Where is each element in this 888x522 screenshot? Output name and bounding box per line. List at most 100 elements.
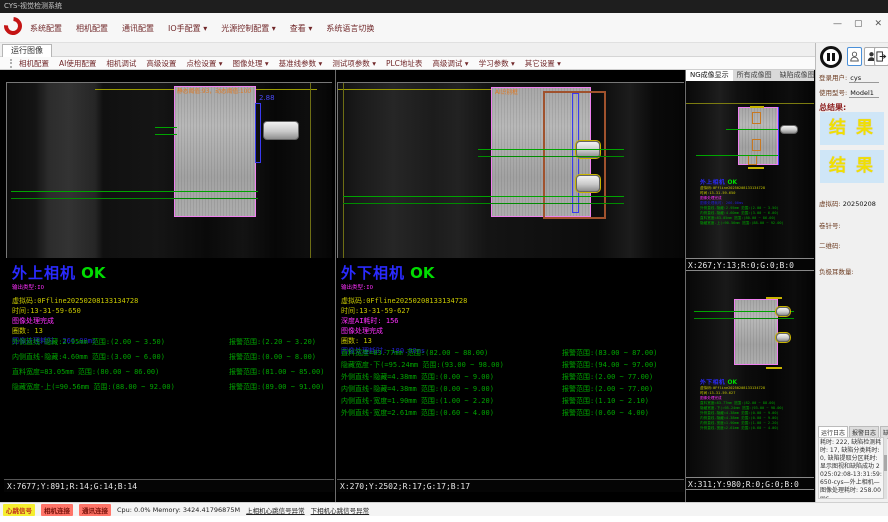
log-scrollbar-thumb[interactable] (884, 455, 887, 471)
main-content: 静态阈值:93，动态阈值:100 2.88 外上相机 OK 输出类型:IO 虚拟… (0, 70, 815, 502)
pause-bar-icon (827, 53, 830, 61)
tool-spotcheck-settings[interactable]: 点检设置 ▾ (186, 58, 222, 69)
tab-metal-piece (780, 125, 798, 134)
center-camera-view[interactable]: AI识别框 外下相机 OK 输出类型:IO 虚拟码:0Ffline2025020… (337, 70, 684, 502)
toolbar-grip[interactable] (10, 59, 13, 68)
menu-camera-config[interactable]: 相机配置 (76, 23, 108, 34)
barcode-value: 20250208 (843, 200, 876, 208)
minimize-icon[interactable]: — (833, 19, 842, 29)
output-type-line: 输出类型:IO (12, 283, 138, 293)
login-user-button[interactable] (847, 47, 862, 66)
measure-row: 外侧直线-宽度=2.61mm 范围:(0.60 ~ 4.00) (341, 408, 494, 418)
done-line: 图像处理完成 (341, 326, 467, 336)
ng-mini-view-lower[interactable]: 外下相机 OK 虚拟码:0Ffline20250208133134728 时间:… (686, 271, 814, 477)
yellow-mini-label (750, 106, 764, 108)
result-display-lower: 结 果 (820, 150, 884, 183)
left-camera-view[interactable]: 静态阈值:93，动态阈值:100 2.88 外上相机 OK 输出类型:IO 虚拟… (4, 70, 334, 502)
green-guide-line (343, 196, 624, 197)
exit-button[interactable] (874, 47, 888, 66)
green-guide-line (155, 134, 177, 135)
mini-camera-title: 外下相机 (700, 379, 725, 386)
maximize-icon[interactable]: ▢ (854, 19, 863, 29)
log-text-area[interactable]: 耗时: 222, 缺陷检测耗时: 17, 缺陷分类耗时: 0, 缺陷提取分区耗时… (818, 437, 884, 499)
tool-camera-debug[interactable]: 相机调试 (106, 58, 136, 69)
camera-connect-badge: 相机连接 (41, 504, 73, 516)
tool-image-processing[interactable]: 图像处理 ▾ (233, 58, 269, 69)
tool-other-settings[interactable]: 其它设置 ▾ (525, 58, 561, 69)
tool-learning-params[interactable]: 学习参数 ▾ (479, 58, 515, 69)
defect-box (752, 139, 761, 151)
exit-door-icon (876, 51, 887, 62)
measure-row: 内侧直线-宽度=1.90mm 范围:(1.00 ~ 2.20) (341, 396, 494, 406)
app-window: CYS-视觉检测系统 系统配置 相机配置 通讯配置 IO手配置 ▾ 光源控制配置… (0, 0, 888, 516)
tool-ai-use-config[interactable]: AI使用配置 (59, 58, 96, 69)
pause-bar-icon (832, 53, 835, 61)
tab-ng-image[interactable]: NG成像显示 (686, 70, 733, 81)
measure-row: 外侧直线-隐藏=4.38mm 范围:(0.00 ~ 9.00) (341, 372, 494, 382)
login-user-value[interactable]: cys (849, 74, 879, 83)
barcode-line: 虚拟码:0Ffline20250208133134728 (12, 296, 138, 306)
barcode-label: 虚拟码: (819, 200, 841, 208)
tool-advanced-settings[interactable]: 高级设置 (146, 58, 176, 69)
window-controls: — ▢ ✕ (833, 19, 882, 29)
green-guide-line (155, 127, 177, 128)
menu-io-config[interactable]: IO手配置 ▾ (168, 23, 207, 34)
blue-measure-rect (255, 103, 261, 163)
tool-baseline-params[interactable]: 基准线参数 ▾ (279, 58, 323, 69)
tab-defect-images[interactable]: 缺陷成像图 (776, 70, 819, 81)
green-guide-line (726, 129, 778, 130)
yellow-guide-line (310, 83, 311, 258)
menubar: 系统配置 相机配置 通讯配置 IO手配置 ▾ 光源控制配置 ▾ 查看 ▾ 系统语… (0, 13, 888, 43)
yellow-guide-line (686, 103, 814, 104)
tool-advanced-debug[interactable]: 高级调试 ▾ (432, 58, 468, 69)
alarm-range: 报警范围:(83.00 ~ 87.00) (562, 348, 657, 358)
ng-mini-text-upper: 外上相机 OK 虚拟码:0Ffline20250208133134728 时间:… (700, 177, 814, 225)
center-camera-pixel-coords: X:270;Y:2502;R:17;G:17;B:17 (337, 479, 684, 492)
output-type-line: 输出类型:IO (341, 283, 467, 293)
green-guide-line (478, 149, 624, 150)
tool-plc-address-table[interactable]: PLC地址表 (386, 58, 422, 69)
alarm-range: 报警范围:(1.10 ~ 2.10) (562, 396, 649, 406)
tab-run-image[interactable]: 运行图像 (2, 44, 52, 57)
alarm-range: 报警范围:(0.00 ~ 8.00) (229, 352, 316, 362)
pause-button[interactable] (820, 46, 842, 68)
menu-language-switch[interactable]: 系统语言切换 (326, 23, 374, 34)
menu-view[interactable]: 查看 ▾ (290, 23, 313, 34)
model-label: 使用型号: (819, 89, 847, 97)
tab-all-images[interactable]: 所有成像图 (733, 70, 776, 81)
measure-row: 内侧直线-隐藏:4.60mm 范围:(3.00 ~ 6.00) (12, 352, 165, 362)
left-camera-image: 静态阈值:93，动态阈值:100 2.88 (6, 82, 332, 258)
mini-ok-status: OK (727, 379, 737, 386)
electrode-region (734, 299, 778, 365)
alarm-range: 报警范围:(2.00 ~ 77.00) (562, 384, 653, 394)
measure-row: 直料宽度=83.77mm 范围:(82.00 ~ 88.00) (341, 348, 488, 358)
tool-test-item-params[interactable]: 测试项参数 ▾ (332, 58, 376, 69)
alarm-range: 报警范围:(2.20 ~ 3.20) (229, 337, 316, 347)
center-camera-ok-status: OK (410, 264, 434, 282)
rounds-line: 圈数: 13 (12, 326, 138, 336)
login-user-field: 登录用户: cys (819, 72, 879, 83)
tool-camera-config[interactable]: 相机配置 (19, 58, 49, 69)
done-line: 图像处理完成 (12, 316, 138, 326)
measure-row: 隐藏宽度-下(=95.24mm 范围:(93.00 ~ 98.00) (341, 360, 504, 370)
measure-row: 直料宽度=83.05mm 范围:(80.00 ~ 86.00) (12, 367, 159, 377)
model-value[interactable]: Model1 (849, 89, 879, 98)
menu-light-config[interactable]: 光源控制配置 ▾ (221, 23, 276, 34)
model-field: 使用型号: Model1 (819, 87, 879, 98)
yellow-guide-line (343, 83, 344, 258)
ng-mini-view-upper[interactable]: 外上相机 OK 虚拟码:0Ffline20250208133134728 时间:… (686, 81, 814, 258)
alarm-range: 报警范围:(81.00 ~ 85.00) (229, 367, 324, 377)
tab-metal-piece (576, 175, 600, 192)
user-outline-icon (850, 51, 859, 62)
green-guide-line (478, 156, 624, 157)
view-divider[interactable] (335, 70, 336, 502)
menu-system-config[interactable]: 系统配置 (30, 23, 62, 34)
close-icon[interactable]: ✕ (874, 19, 882, 29)
menu-items: 系统配置 相机配置 通讯配置 IO手配置 ▾ 光源控制配置 ▾ 查看 ▾ 系统语… (30, 13, 374, 43)
needle-label: 卷针号: (819, 220, 841, 230)
defect-box (752, 112, 761, 124)
log-scrollbar[interactable] (884, 437, 887, 499)
menu-comm-config[interactable]: 通讯配置 (122, 23, 154, 34)
threshold-overlay-label: 静态阈值:93，动态阈值:100 (177, 87, 251, 95)
left-camera-title: 外上相机 (12, 264, 76, 282)
